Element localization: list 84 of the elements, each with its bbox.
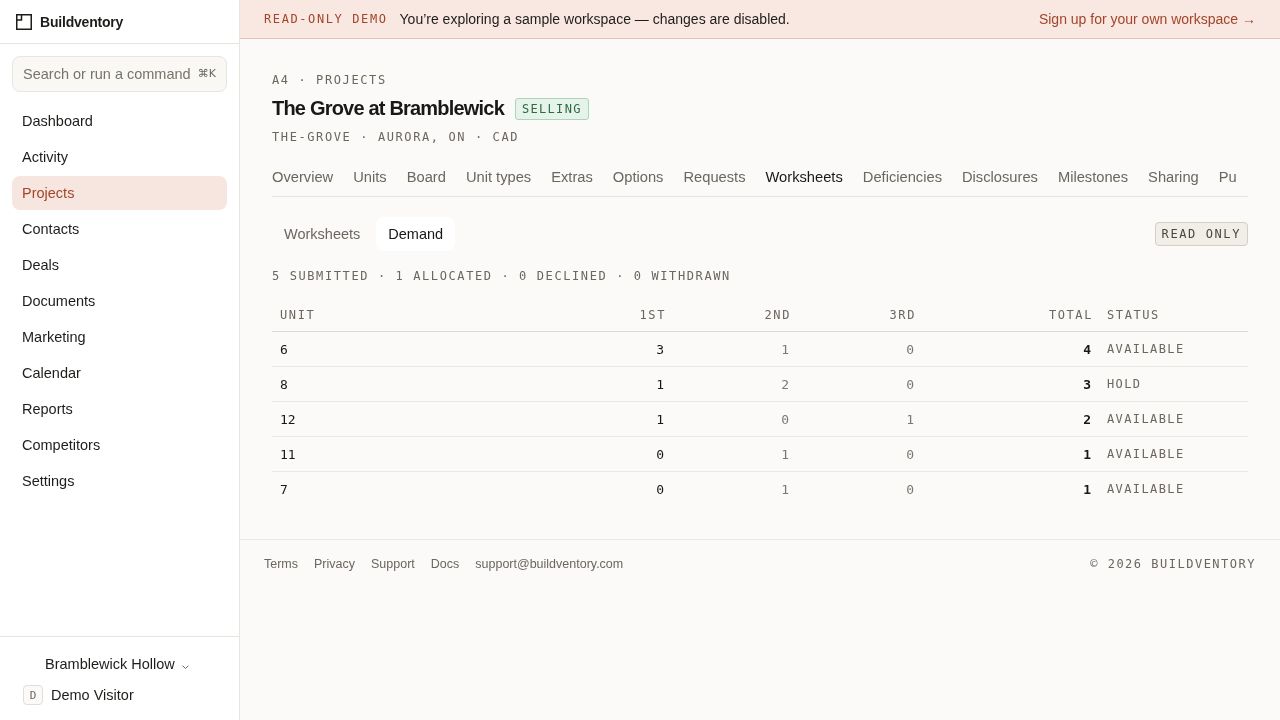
tab[interactable]: Disclosures xyxy=(962,165,1038,196)
nav-item[interactable]: Projects xyxy=(12,176,227,210)
table-cell-text: 7 xyxy=(279,481,289,497)
column-header: 3RD xyxy=(888,308,917,322)
nav-item[interactable]: Documents xyxy=(12,284,227,318)
table-cell-text: 1 xyxy=(780,341,790,357)
nav-item[interactable]: Dashboard xyxy=(12,104,227,138)
footer-link[interactable]: Terms xyxy=(264,557,299,571)
breadcrumb: A4 · PROJECTS xyxy=(272,73,388,87)
user-name[interactable]: Demo Visitor xyxy=(51,687,134,703)
project-meta: THE-GROVE · AURORA, ON · CAD xyxy=(272,130,521,144)
table-cell-text: 1 xyxy=(655,411,665,427)
subtab[interactable]: Worksheets xyxy=(272,217,373,251)
tab[interactable]: Deficiencies xyxy=(862,165,942,196)
project-title: The Grove at Bramblewick xyxy=(272,97,504,120)
logo-icon xyxy=(16,13,32,30)
column-header: STATUS xyxy=(1106,308,1161,322)
table-cell-text: 1 xyxy=(1082,481,1092,497)
table-cell-text: 3 xyxy=(655,341,665,357)
tab[interactable]: Overview xyxy=(272,165,334,196)
tab[interactable]: Units xyxy=(353,165,387,196)
table-cell-text: 2 xyxy=(780,376,790,392)
table-cell-text: 1 xyxy=(780,446,790,462)
tab[interactable]: Requests xyxy=(683,165,746,196)
table-cell-text: 1 xyxy=(780,481,790,497)
tab[interactable]: Options xyxy=(612,165,664,196)
nav-item[interactable]: Contacts xyxy=(12,212,227,246)
table-cell-text: 11 xyxy=(279,446,297,462)
tab[interactable]: Worksheets xyxy=(765,165,843,196)
workspace-switcher[interactable]: Bramblewick Hollow xyxy=(45,655,175,672)
table-cell-text: 0 xyxy=(905,376,915,392)
shortcut-hint: ⌘K xyxy=(197,67,216,81)
column-header: 1ST xyxy=(638,308,667,322)
tab[interactable]: Sharing xyxy=(1148,165,1199,196)
nav-item[interactable]: Settings xyxy=(12,464,227,498)
table-cell-text: 0 xyxy=(655,481,665,497)
copyright: © 2026 BUILDVENTORY xyxy=(1090,557,1256,571)
table-cell-text: 0 xyxy=(780,411,790,427)
column-header: TOTAL xyxy=(1047,308,1094,322)
nav-item[interactable]: Competitors xyxy=(12,428,227,462)
status-badge: SELLING xyxy=(515,97,589,120)
table-cell-text: 2 xyxy=(1082,411,1092,427)
table-cell-text: 0 xyxy=(905,341,915,357)
nav-item[interactable]: Deals xyxy=(12,248,227,282)
table-cell-text: HOLD xyxy=(1106,377,1143,391)
table-cell-text: AVAILABLE xyxy=(1106,447,1186,461)
table-cell-text: 0 xyxy=(905,446,915,462)
user-avatar: D xyxy=(23,685,43,705)
tab[interactable]: Unit types xyxy=(465,165,532,196)
table-cell-text: 0 xyxy=(905,481,915,497)
brand-name: Buildventory xyxy=(40,13,124,30)
table-cell-text: 6 xyxy=(279,341,289,357)
chevron-down-icon xyxy=(181,664,189,670)
nav-item[interactable]: Activity xyxy=(12,140,227,174)
table-cell-text: 3 xyxy=(1082,376,1092,392)
signup-link[interactable]: Sign up for your own workspace → xyxy=(1038,11,1256,27)
column-header: 2ND xyxy=(763,308,792,322)
summary-counts: 5 SUBMITTED · 1 ALLOCATED · 0 DECLINED · 0 WITHDRAWN xyxy=(272,269,732,283)
footer-link[interactable]: Privacy xyxy=(314,557,355,571)
table-cell-text: 1 xyxy=(905,411,915,427)
nav-item[interactable]: Calendar xyxy=(12,356,227,390)
column-header: UNIT xyxy=(279,308,317,322)
banner-message: You’re exploring a sample workspace — changes are disabled. xyxy=(399,11,790,27)
table-cell-text: 8 xyxy=(279,376,289,392)
nav-item[interactable]: Marketing xyxy=(12,320,227,354)
table-cell-text: 4 xyxy=(1082,341,1092,357)
footer-link[interactable]: support@buildventory.com xyxy=(475,557,624,571)
tab[interactable]: Extras xyxy=(551,165,593,196)
table-cell-text: AVAILABLE xyxy=(1106,342,1186,356)
nav-item[interactable]: Reports xyxy=(12,392,227,426)
banner-tag: READ-ONLY DEMO xyxy=(264,12,388,26)
subtab[interactable]: Demand xyxy=(376,217,456,251)
tab[interactable]: Board xyxy=(406,165,446,196)
table-cell-text: AVAILABLE xyxy=(1106,412,1186,426)
footer-link[interactable]: Docs xyxy=(430,557,460,571)
tab[interactable]: Milestones xyxy=(1057,165,1129,196)
table-cell-text: 12 xyxy=(279,411,297,427)
table-cell-text: 1 xyxy=(655,376,665,392)
table-cell-text: 1 xyxy=(1082,446,1092,462)
table-cell-text: 0 xyxy=(655,446,665,462)
footer-link[interactable]: Support xyxy=(371,557,415,571)
tab[interactable]: Pu xyxy=(1218,165,1237,196)
table-cell-text: AVAILABLE xyxy=(1106,482,1186,496)
read-only-badge: READ ONLY xyxy=(1154,222,1248,246)
